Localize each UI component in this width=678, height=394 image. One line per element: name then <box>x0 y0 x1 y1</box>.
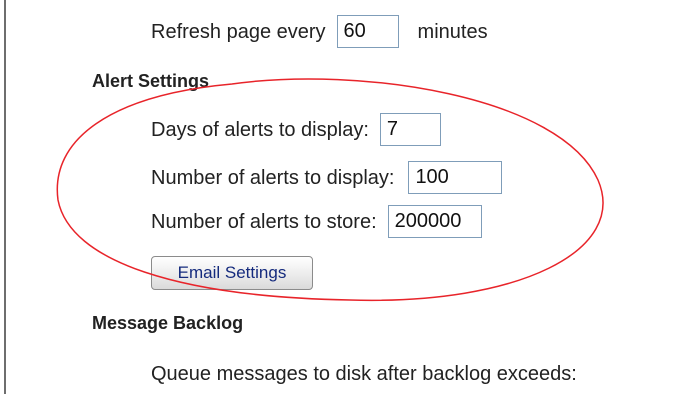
message-backlog-heading: Message Backlog <box>92 313 244 333</box>
alerts-store-input[interactable] <box>387 205 482 238</box>
days-of-alerts-label: Days of alerts to display: <box>151 118 369 141</box>
email-settings-button[interactable]: Email Settings <box>151 256 313 290</box>
refresh-unit-label: minutes <box>417 20 488 43</box>
alert-settings-heading: Alert Settings <box>92 71 210 91</box>
page-left-border <box>4 0 6 394</box>
queue-messages-row: Queue messages to disk after backlog exc… <box>151 362 577 386</box>
refresh-interval-input[interactable] <box>336 15 399 48</box>
days-of-alerts-row: Days of alerts to display: <box>151 113 441 146</box>
days-of-alerts-input[interactable] <box>379 113 441 146</box>
alerts-store-label: Number of alerts to store: <box>151 210 377 233</box>
annotation-ellipse <box>56 78 604 302</box>
queue-messages-label: Queue messages to disk after backlog exc… <box>151 363 577 385</box>
refresh-row: Refresh page every minutes <box>151 15 488 48</box>
alerts-store-row: Number of alerts to store: <box>151 205 482 238</box>
alerts-display-row: Number of alerts to display: <box>151 161 503 194</box>
alerts-display-label: Number of alerts to display: <box>151 166 395 189</box>
refresh-label: Refresh page every <box>151 20 326 43</box>
alerts-display-input[interactable] <box>408 161 503 194</box>
